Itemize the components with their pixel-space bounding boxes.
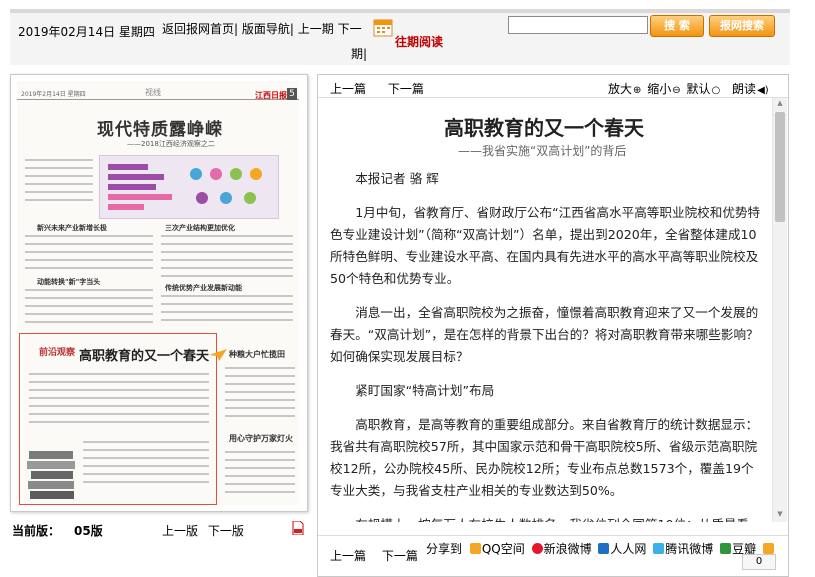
share-tqq-label: 腾讯微博 xyxy=(665,542,714,556)
renren-icon xyxy=(598,543,610,554)
next-article-link[interactable]: 下一篇 xyxy=(388,82,424,96)
date-label: 2019年02月14日 星期四 xyxy=(18,25,155,39)
zoom-in-label: 放大 xyxy=(608,82,633,96)
zoom-in-button[interactable]: 放大⊕ xyxy=(608,82,643,96)
minus-circle-icon: ⊖ xyxy=(672,85,681,96)
tencent-weibo-icon xyxy=(653,543,665,554)
article-scroll-area[interactable]: 高职教育的又一个春天 ——我省实施“双高计划”的背后 本报记者 骆 辉 1月中旬… xyxy=(318,98,788,522)
share-renren[interactable]: 人人网 xyxy=(598,542,646,556)
article-panel: 上一篇 下一篇 放大⊕ 缩小⊖ 默认○ 朗读◀) 高职教育的又一个春天 ——我省… xyxy=(317,74,789,577)
share-count: 0 xyxy=(742,554,776,570)
thumb-page-number: 5 xyxy=(287,88,297,100)
thumb-infographic xyxy=(99,155,279,219)
thumb-right-head-2: 用心守护万家灯火 xyxy=(229,434,293,443)
current-page-label: 当前版： xyxy=(12,524,61,538)
footer-prev-article-link[interactable]: 上一篇 xyxy=(330,549,366,563)
read-aloud-button[interactable]: 朗读◀) xyxy=(732,82,771,96)
search-input[interactable] xyxy=(508,16,648,34)
article-footer: 上一篇 下一篇 分享到 QQ空间 新浪微博 人人网 腾讯微博 豆瓣 0 xyxy=(318,535,788,577)
page-thumbnail[interactable]: 2019年2月14日 星期四 视线 江西日报 5 现代特质露峥嵘 ——2018江… xyxy=(17,81,299,505)
thumb-logo: 江西日报 xyxy=(255,91,287,100)
thumb-head-4: 传统优势产业发展新动能 xyxy=(165,284,242,292)
books-illustration xyxy=(27,451,75,499)
zoom-out-label: 缩小 xyxy=(647,82,672,96)
pdf-icon[interactable] xyxy=(292,521,304,535)
prev-page-link[interactable]: 上一版 xyxy=(162,524,198,538)
thumb-subline: ——2018江西经济观察之二 xyxy=(127,140,215,148)
plus-icon xyxy=(762,543,774,554)
thumb-header: 2019年2月14日 星期四 视线 江西日报 5 xyxy=(17,87,299,100)
prev-article-link[interactable]: 上一篇 xyxy=(330,82,366,96)
header-bar: 2019年02月14日 星期四 返回报网首页| 版面导航| 上一期 下一 期| … xyxy=(10,13,790,65)
thumb-head-3: 动能转换"新"字当头 xyxy=(37,278,101,286)
header-nav: 返回报网首页| 版面导航| 上一期 下一 xyxy=(162,20,362,37)
article-byline: 本报记者 骆 辉 xyxy=(355,171,439,186)
footer-next-article-link[interactable]: 下一篇 xyxy=(382,549,418,563)
weibo-icon xyxy=(531,543,543,554)
scrollbar-thumb[interactable] xyxy=(775,112,785,222)
circle-icon: ○ xyxy=(711,85,721,96)
speaker-icon: ◀) xyxy=(757,85,769,96)
article-paragraph: 在规模上，按每万人在校生人数排名，我省位列全国第10位；从质量看，学生技能大赛、… xyxy=(330,514,762,522)
douban-icon xyxy=(720,543,732,554)
share-weibo-label: 新浪微博 xyxy=(543,542,592,556)
thumb-headline: 现代特质露峥嵘 xyxy=(97,120,223,140)
share-renren-label: 人人网 xyxy=(610,542,647,556)
article-title: 高职教育的又一个春天 xyxy=(444,116,644,140)
scroll-up-arrow-icon[interactable]: ▲ xyxy=(773,99,787,109)
article-paragraph: 1月中旬，省教育厅、省财政厅公布“江西省高水平高等职业院校和优势特色专业建设计划… xyxy=(330,205,761,286)
calendar-icon[interactable] xyxy=(373,17,393,37)
thumb-head-2: 三次产业结构更加优化 xyxy=(165,224,235,232)
thumb-lower-title: 高职教育的又一个春天 xyxy=(79,349,210,364)
full-search-button[interactable]: 报网搜索 xyxy=(709,15,775,37)
thumb-right-head-1: 种粮大户忙揽田 xyxy=(229,350,285,359)
share-bar: 分享到 QQ空间 新浪微博 人人网 腾讯微博 豆瓣 xyxy=(426,540,778,557)
article-subtitle: ——我省实施“双高计划”的背后 xyxy=(458,144,627,158)
default-size-button[interactable]: 默认○ xyxy=(686,82,722,96)
current-page-value: 05版 xyxy=(74,524,103,538)
page-thumbnail-frame: 2019年2月14日 星期四 视线 江西日报 5 现代特质露峥嵘 ——2018江… xyxy=(10,74,308,512)
thumb-head-1: 新兴未来产业新增长极 xyxy=(37,224,107,232)
share-label: 分享到 xyxy=(426,542,463,556)
article-paragraph: 消息一出，全省高职院校为之振奋，憧憬着高职教育迎来了又一个发展的春天。“双高计划… xyxy=(330,305,759,364)
zoom-out-button[interactable]: 缩小⊖ xyxy=(647,82,682,96)
share-qzone[interactable]: QQ空间 xyxy=(469,542,525,556)
page-nav: 上一版 下一版 xyxy=(162,522,250,539)
home-link[interactable]: 返回报网首页| xyxy=(162,22,238,36)
share-weibo[interactable]: 新浪微博 xyxy=(531,542,592,556)
thumb-badge: 前沿观察 xyxy=(39,348,76,358)
article-paragraph: 高职教育，是高等教育的重要组成部分。来自省教育厅的统计数据显示：我省共有高职院校… xyxy=(330,417,759,498)
past-issues-link[interactable]: 往期阅读 xyxy=(395,33,443,50)
paper-plane-icon xyxy=(209,349,227,361)
prev-issue-link[interactable]: 上一期 xyxy=(298,22,334,36)
next-issue-link-tail[interactable]: 期| xyxy=(351,45,367,62)
share-tqq[interactable]: 腾讯微博 xyxy=(653,542,713,556)
next-page-link[interactable]: 下一版 xyxy=(208,524,244,538)
qzone-icon xyxy=(469,543,481,554)
article-section-heading: 紧盯国家“特高计划”布局 xyxy=(355,383,495,398)
layout-nav-link[interactable]: 版面导航| xyxy=(242,22,294,36)
thumb-section: 视线 xyxy=(145,88,161,97)
article-body: 本报记者 骆 辉 1月中旬，省教育厅、省财政厅公布“江西省高水平高等职业院校和优… xyxy=(330,168,762,522)
next-issue-link-part[interactable]: 下一 xyxy=(338,22,362,36)
share-qzone-label: QQ空间 xyxy=(481,542,525,556)
article-scrollbar[interactable]: ▲ ▼ xyxy=(772,98,787,522)
article-toolbar: 上一篇 下一篇 放大⊕ 缩小⊖ 默认○ 朗读◀) xyxy=(318,75,788,98)
plus-circle-icon: ⊕ xyxy=(633,85,642,96)
read-aloud-label: 朗读 xyxy=(732,82,757,96)
scroll-down-arrow-icon[interactable]: ▼ xyxy=(773,510,787,520)
search-button[interactable]: 搜 索 xyxy=(650,15,704,37)
default-size-label: 默认 xyxy=(686,82,711,96)
current-page-indicator: 当前版： 05版 xyxy=(12,522,103,539)
